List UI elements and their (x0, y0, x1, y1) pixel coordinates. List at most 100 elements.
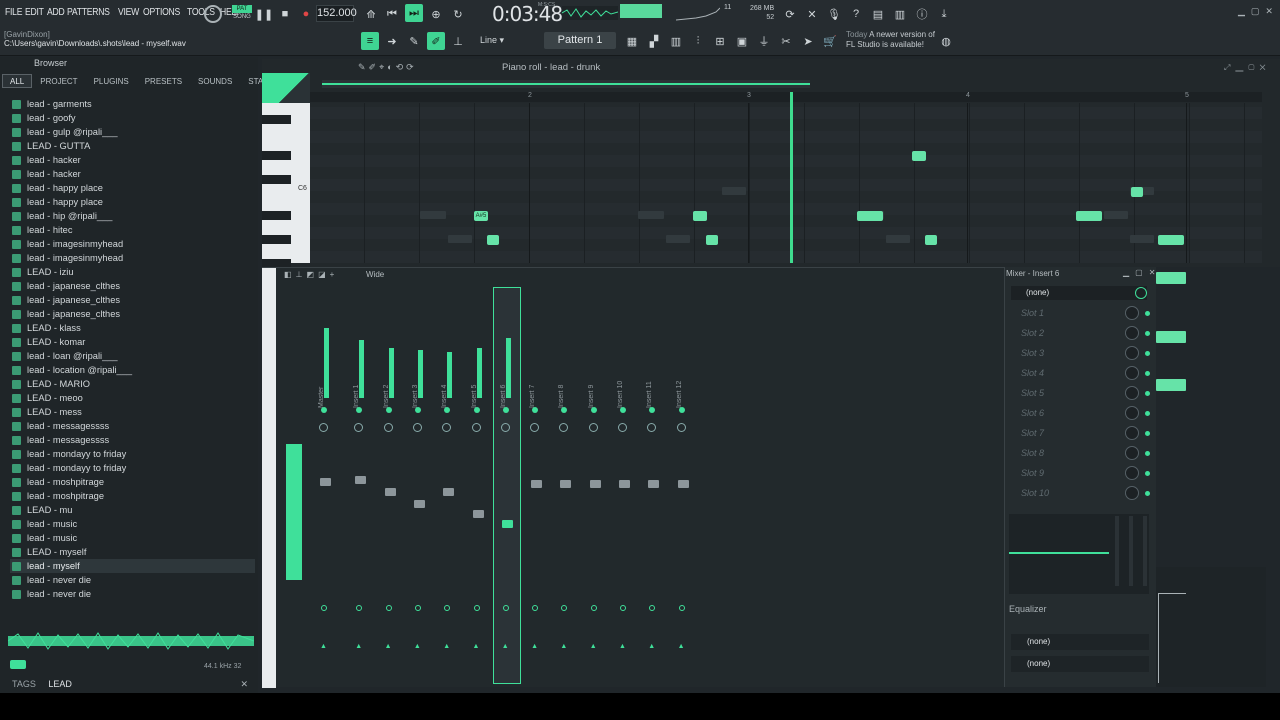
countdown-icon[interactable]: ⏭ (405, 4, 423, 22)
file-item[interactable]: LEAD - mu (10, 503, 255, 517)
cpu-gauge-icon[interactable] (204, 5, 222, 23)
input-select[interactable]: (none) (1011, 634, 1149, 650)
menu-patterns[interactable]: PATTERNS (67, 6, 110, 18)
play-icon[interactable]: ❚❚ (255, 5, 273, 23)
send-led[interactable] (321, 605, 327, 611)
window-controls[interactable]: ⤢▁▢✕ (1224, 63, 1271, 73)
volume-fader[interactable] (531, 480, 543, 488)
mute-led[interactable] (502, 407, 509, 413)
mix-knob[interactable] (1125, 306, 1139, 320)
tab-all[interactable]: ALL (2, 74, 33, 88)
mute-led[interactable] (473, 407, 480, 413)
route-arrow-icon[interactable]: ▲ (443, 643, 450, 650)
mixer-strip[interactable]: Insert 10 ▲ (611, 288, 637, 683)
pan-knob[interactable] (647, 423, 657, 432)
file-item[interactable]: lead - mondayy to friday (10, 461, 255, 475)
send-led[interactable] (502, 605, 509, 611)
file-item[interactable]: lead - japanese_clthes (10, 293, 255, 307)
send-led[interactable] (356, 605, 363, 611)
send-led[interactable] (385, 605, 392, 611)
file-item[interactable]: lead - never die (10, 587, 255, 601)
menu-file[interactable]: FILE (5, 6, 22, 18)
arrow-icon[interactable]: ➜ (383, 32, 401, 50)
file-item[interactable]: LEAD - myself (10, 545, 255, 559)
pat-mode[interactable]: PAT (232, 5, 252, 13)
pan-knob[interactable] (530, 423, 540, 432)
volume-fader[interactable] (472, 510, 484, 518)
route-arrow-icon[interactable]: ▲ (473, 643, 480, 650)
effect-slot[interactable]: Slot 7 (1011, 424, 1153, 442)
route-arrow-icon[interactable]: ▲ (320, 643, 327, 650)
browser-icon[interactable]: ▣ (733, 32, 751, 50)
volume-fader[interactable] (501, 520, 513, 528)
link-icon[interactable]: ✕ (803, 5, 821, 23)
record-icon[interactable]: ● (297, 5, 315, 23)
mixer-strip[interactable]: Insert 9 ▲ (582, 288, 608, 683)
close-icon[interactable]: ✕ (240, 675, 248, 693)
eq-graph[interactable] (1009, 514, 1149, 594)
route-arrow-icon[interactable]: ▲ (355, 643, 362, 650)
download-icon[interactable]: ⤓ (935, 5, 953, 23)
volume-fader[interactable] (648, 480, 660, 488)
mixer-view-mode[interactable]: Wide (366, 270, 384, 279)
send-led[interactable] (532, 605, 539, 611)
pan-knob[interactable] (471, 423, 481, 432)
file-item[interactable]: LEAD - komar (10, 335, 255, 349)
menu-options[interactable]: OPTIONS (143, 6, 180, 18)
mute-led[interactable] (678, 407, 685, 413)
stop-icon[interactable]: ■ (276, 5, 294, 23)
plugin-icon[interactable]: ⊞ (711, 32, 729, 50)
plug-icon[interactable]: ⏚ (755, 32, 773, 50)
tempo-display[interactable]: 152.000 (316, 5, 357, 22)
file-item[interactable]: LEAD - mess (10, 405, 255, 419)
window-controls[interactable]: ▁▢✕ (1238, 6, 1279, 17)
mute-led[interactable] (620, 407, 626, 413)
black-key[interactable] (262, 115, 291, 124)
mixer-strip[interactable]: Master ▲ (312, 288, 338, 683)
route-arrow-icon[interactable]: ▲ (502, 643, 509, 650)
pan-knob[interactable] (412, 423, 422, 432)
file-item[interactable]: lead - never die (10, 573, 255, 587)
file-item[interactable]: lead - mondayy to friday (10, 447, 255, 461)
mixer-strip[interactable]: Insert 6 ▲ (492, 287, 521, 684)
mix-knob[interactable] (1125, 486, 1139, 500)
slot-enable-led[interactable] (1145, 431, 1150, 436)
note[interactable] (487, 235, 499, 245)
mix-knob[interactable] (1125, 446, 1139, 460)
send-led[interactable] (473, 605, 480, 611)
mixer-icon[interactable]: ⫶ (689, 32, 707, 50)
pan-knob[interactable] (319, 423, 328, 432)
mute-led[interactable] (590, 407, 597, 413)
mixer-strip[interactable]: Insert 4 ▲ (435, 288, 461, 683)
black-key[interactable] (262, 175, 291, 184)
file-item[interactable]: LEAD - meoo (10, 391, 255, 405)
effect-slot[interactable]: Slot 2 (1011, 324, 1153, 342)
tab-presets[interactable]: PRESETS (137, 74, 190, 88)
file-item[interactable]: lead - music (10, 531, 255, 545)
note[interactable] (925, 235, 937, 245)
playlist-icon[interactable]: ▦ (623, 32, 641, 50)
file-item[interactable]: lead - japanese_clthes (10, 307, 255, 321)
effect-slot[interactable]: Slot 6 (1011, 404, 1153, 422)
slot-enable-led[interactable] (1145, 491, 1150, 496)
file-item[interactable]: lead - myself (10, 559, 255, 573)
send-led[interactable] (620, 605, 626, 611)
file-item[interactable]: lead - location @ripali___ (10, 363, 255, 377)
route-arrow-icon[interactable]: ▲ (385, 643, 392, 650)
wait-icon[interactable]: ⏮ (383, 5, 401, 23)
note-grid[interactable]: A#5 (310, 103, 1262, 263)
effect-slot[interactable]: Slot 3 (1011, 344, 1153, 362)
file-item[interactable]: lead - gulp @ripali___ (10, 125, 255, 139)
mixer-strip[interactable]: Insert 1 ▲ (347, 288, 373, 683)
piano-icon[interactable]: ▥ (891, 5, 909, 23)
file-item[interactable]: lead - japanese_clthes (10, 279, 255, 293)
file-item[interactable]: lead - hacker (10, 153, 255, 167)
mixer-tool-icons[interactable]: ◧⊥◩◪+ (284, 270, 338, 279)
file-item[interactable]: lead - messagessss (10, 419, 255, 433)
draw-icon[interactable]: ✎ (405, 32, 423, 50)
mixer-strip[interactable]: Insert 7 ▲ (523, 288, 549, 683)
slot-enable-led[interactable] (1145, 311, 1150, 316)
sample-waveform[interactable] (7, 630, 255, 652)
pattern-selector[interactable]: Pattern 1 (544, 32, 616, 49)
file-item[interactable]: lead - moshpitrage (10, 489, 255, 503)
